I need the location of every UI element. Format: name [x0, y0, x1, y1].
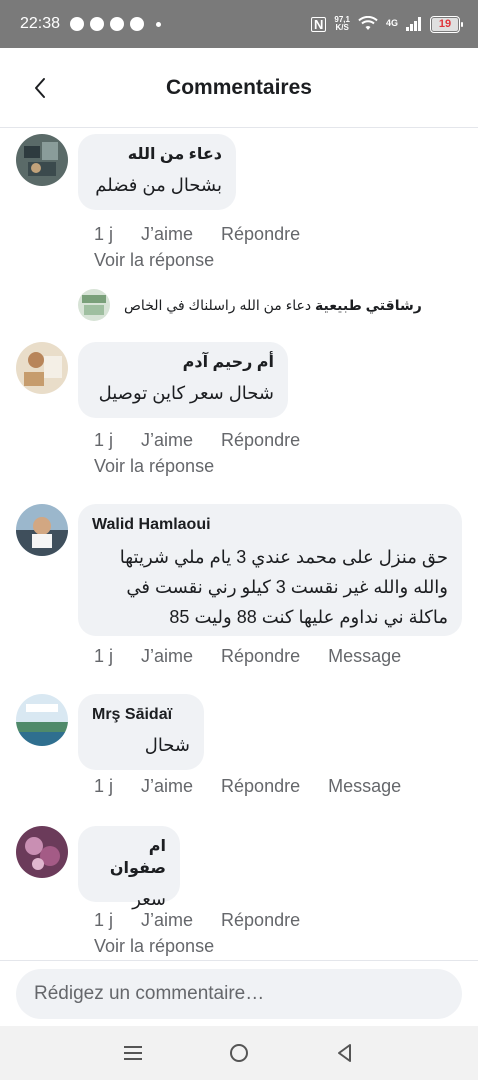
comment-time: 1 j [94, 910, 114, 930]
signal-icon [406, 17, 421, 31]
avatar[interactable] [16, 134, 68, 186]
comment-time: 1 j [94, 646, 114, 666]
comment-actions: 1 j J’aime Répondre Message [94, 776, 401, 797]
comment-actions: 1 j J’aime Répondre [94, 910, 300, 931]
comment-author[interactable]: دعاء من الله [92, 144, 222, 166]
comment-author[interactable]: Mrş Sāidaï [92, 704, 190, 726]
comment-text: شحال [144, 735, 190, 755]
back-nav-button[interactable] [325, 1033, 365, 1073]
comment-actions: 1 j J’aime Répondre [94, 224, 300, 245]
menu-icon [124, 1046, 142, 1060]
comment-text: شحال سعر كاين توصيل [98, 383, 274, 403]
see-reply-link[interactable]: Voir la réponse [94, 250, 214, 271]
comment-text-line: حق منزل على محمد عندي 3 يام ملي شريتها [119, 547, 448, 567]
nfc-icon: N [311, 16, 327, 32]
back-button[interactable] [26, 74, 54, 102]
comment-text-line: ماكلة ني نداوم عليها كنت 88 وليت 85 [169, 607, 448, 627]
reply-button[interactable]: Répondre [221, 910, 300, 931]
comment-bubble[interactable]: دعاء من الله بشحال من فضلم [78, 134, 236, 210]
battery-icon: 19 [430, 15, 463, 33]
system-nav-bar [0, 1026, 478, 1080]
comment-input[interactable] [16, 969, 462, 1019]
comment-item: Walid Hamlaoui حق منزل على محمد عندي 3 ي… [16, 504, 468, 667]
reply-avatar [78, 289, 110, 321]
comment-time: 1 j [94, 430, 114, 450]
comment-time: 1 j [94, 224, 114, 244]
like-button[interactable]: J’aime [141, 430, 193, 451]
comment-bubble[interactable]: أم رحيم آدم شحال سعر كاين توصيل [78, 342, 288, 418]
avatar[interactable] [16, 826, 68, 878]
battery-level: 19 [438, 18, 452, 30]
reply-button[interactable]: Répondre [221, 776, 300, 797]
see-reply-link[interactable]: Voir la réponse [94, 936, 214, 957]
net-speed-unit: K/S [335, 23, 349, 32]
comment-author[interactable]: Walid Hamlaoui [92, 514, 448, 536]
comment-item: ام صفوان سعر 1 j J’aime Répondre Voir la… [16, 826, 468, 960]
reply-button[interactable]: Répondre [221, 430, 300, 451]
message-button[interactable]: Message [328, 646, 401, 667]
messenger-notification-icon [70, 17, 85, 31]
message-button[interactable]: Message [328, 776, 401, 797]
comment-text-line: والله والله غير نقست 3 كيلو رني نقست في [126, 577, 448, 597]
messenger-notification-icon [110, 17, 125, 31]
like-button[interactable]: J’aime [141, 776, 193, 797]
wifi-icon [358, 16, 378, 30]
reply-preview-text: رشاقتي طبيعية دعاء من الله راسلناك في ال… [124, 297, 422, 314]
reply-button[interactable]: Répondre [221, 646, 300, 667]
reply-preview[interactable]: رشاقتي طبيعية دعاء من الله راسلناك في ال… [78, 288, 458, 322]
see-reply-link[interactable]: Voir la réponse [94, 456, 214, 477]
network-type: 4G [385, 17, 398, 28]
snapchat-notification-icon [130, 17, 145, 31]
comment-author[interactable]: أم رحيم آدم [92, 352, 274, 374]
comment-composer [0, 960, 478, 1026]
like-button[interactable]: J’aime [141, 224, 193, 245]
like-button[interactable]: J’aime [141, 910, 193, 931]
comment-item: أم رحيم آدم شحال سعر كاين توصيل 1 j J’ai… [16, 342, 468, 487]
home-button[interactable] [219, 1033, 259, 1073]
like-button[interactable]: J’aime [141, 646, 193, 667]
comment-item: Mrş Sāidaï شحال 1 j J’aime Répondre Mess… [16, 694, 468, 804]
reply-author[interactable]: رشاقتي طبيعية [315, 297, 422, 313]
comment-bubble[interactable]: ام صفوان سعر [78, 826, 180, 909]
comment-text: حق منزل على محمد عندي 3 يام ملي شريتها و… [92, 542, 448, 632]
comment-bubble[interactable]: Mrş Sāidaï شحال [78, 694, 204, 770]
comment-actions: 1 j J’aime Répondre [94, 430, 300, 451]
comment-actions: 1 j J’aime Répondre Message [94, 646, 401, 667]
circle-icon [230, 1044, 248, 1062]
comment-time: 1 j [94, 776, 114, 796]
comment-author[interactable]: ام صفوان [92, 836, 166, 880]
reply-content: دعاء من الله راسلناك في الخاص [124, 296, 312, 313]
avatar[interactable] [16, 342, 68, 394]
chevron-left-icon [35, 78, 45, 98]
reply-button[interactable]: Répondre [221, 224, 300, 245]
net-speed: 97,1 K/S [334, 16, 350, 32]
status-bar: 22:38 N 97,1 K/S 4G 19 [0, 0, 478, 48]
comments-list[interactable]: دعاء من الله بشحال من فضلم 1 j J’aime Ré… [0, 128, 478, 960]
comment-item: دعاء من الله بشحال من فضلم 1 j J’aime Ré… [16, 134, 468, 279]
comment-text: بشحال من فضلم [95, 175, 222, 195]
header: Commentaires [0, 48, 478, 128]
page-title: Commentaires [166, 75, 312, 99]
avatar[interactable] [16, 504, 68, 556]
status-time: 22:38 [20, 15, 61, 32]
avatar[interactable] [16, 694, 68, 746]
triangle-back-icon [338, 1044, 351, 1062]
more-notifications-icon [156, 21, 162, 27]
recent-apps-button[interactable] [113, 1033, 153, 1073]
whatsapp-notification-icon [90, 17, 105, 31]
comment-bubble[interactable]: Walid Hamlaoui حق منزل على محمد عندي 3 ي… [78, 504, 462, 636]
